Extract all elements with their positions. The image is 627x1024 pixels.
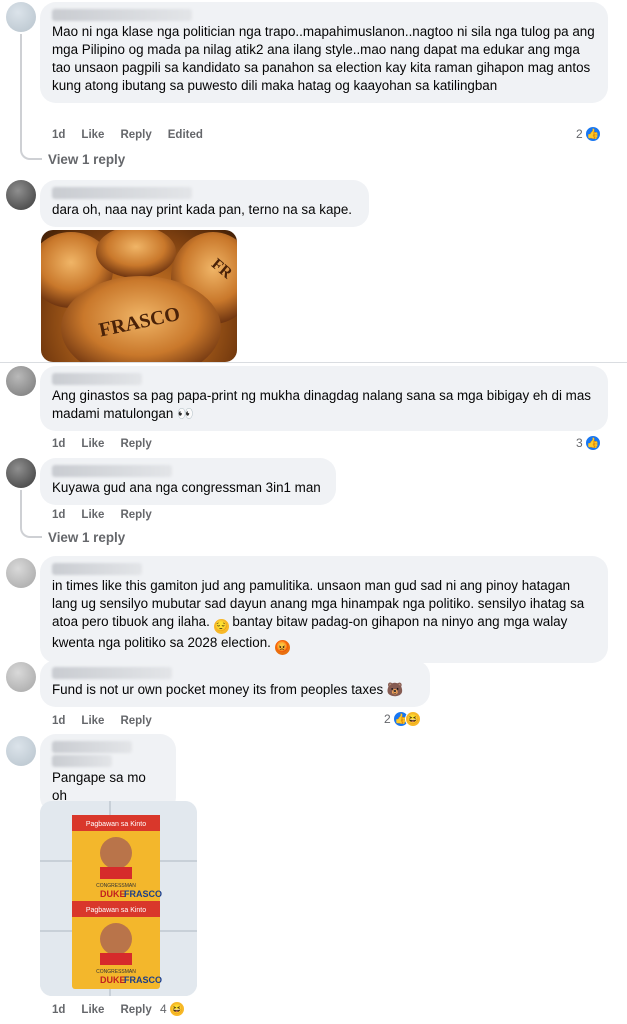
comment-bubble: dara oh, naa nay print kada pan, terno n…	[40, 180, 369, 227]
commenter-avatar[interactable]	[6, 736, 36, 766]
reaction-summary[interactable]: 3 👍	[576, 435, 601, 451]
comment-time[interactable]: 1d	[52, 129, 65, 141]
commenter-avatar[interactable]	[6, 662, 36, 692]
reply-button[interactable]: Reply	[120, 129, 151, 141]
view-replies-link[interactable]: View 1 reply	[48, 530, 125, 545]
reaction-count: 2	[384, 712, 391, 726]
like-icon: 👍	[584, 435, 601, 451]
reply-button[interactable]: Reply	[120, 438, 151, 450]
pensive-emoji-icon: 😔	[213, 619, 229, 634]
sachet-photo-graphic: Pagbawan sa Kinto CONGRESSMAN DUKE FRASC…	[40, 801, 197, 996]
comment-text: Mao ni nga klase nga politician nga trap…	[52, 24, 595, 93]
divider	[0, 362, 627, 363]
sachet-name-text: DUKE	[100, 975, 126, 985]
like-button[interactable]: Like	[81, 438, 104, 450]
comment-actions: 1d Like Reply	[52, 715, 152, 727]
attached-photo-bread[interactable]: FRASCO FR	[41, 230, 237, 362]
sachet-name-text-2: FRASCO	[124, 889, 162, 899]
author-name-blurred[interactable]	[52, 741, 132, 753]
reaction-count: 2	[576, 127, 583, 141]
thread-connector-curve	[20, 140, 42, 160]
reaction-summary[interactable]: 4 😆	[160, 1001, 185, 1017]
reaction-summary[interactable]: 2 👍 😆	[384, 711, 421, 727]
comment-text: Kuyawa gud ana nga congressman 3in1 man	[52, 480, 321, 495]
attached-photo-coffee-sachets[interactable]: Pagbawan sa Kinto CONGRESSMAN DUKE FRASC…	[40, 801, 197, 996]
comment-actions: 1d Like Reply	[52, 509, 152, 521]
like-icon: 👍	[584, 126, 601, 142]
comment-time[interactable]: 1d	[52, 509, 65, 521]
author-name-blurred[interactable]	[52, 667, 172, 679]
author-name-blurred-2[interactable]	[52, 755, 112, 767]
haha-icon: 😆	[404, 711, 421, 727]
reply-button[interactable]: Reply	[120, 1004, 151, 1016]
haha-icon: 😆	[168, 1001, 185, 1017]
like-button[interactable]: Like	[81, 509, 104, 521]
like-button[interactable]: Like	[81, 715, 104, 727]
sachet-name-text: DUKE	[100, 889, 126, 899]
sachet-name-text-2: FRASCO	[124, 975, 162, 985]
commenter-avatar[interactable]	[6, 458, 36, 488]
reaction-count: 3	[576, 436, 583, 450]
like-button[interactable]: Like	[81, 1004, 104, 1016]
edited-label: Edited	[167, 129, 203, 141]
commenter-avatar[interactable]	[6, 558, 36, 588]
thread-connector-curve	[20, 518, 42, 538]
author-name-blurred[interactable]	[52, 465, 172, 477]
comment-time[interactable]: 1d	[52, 1004, 65, 1016]
author-name-blurred[interactable]	[52, 187, 192, 199]
reply-button[interactable]: Reply	[120, 715, 151, 727]
commenter-avatar[interactable]	[6, 2, 36, 32]
reaction-count: 4	[160, 1002, 167, 1016]
comment-bubble: Mao ni nga klase nga politician nga trap…	[40, 2, 608, 103]
comment-text: in times like this gamiton jud ang pamul…	[52, 577, 596, 655]
sachet-title-text: Pagbawan sa Kinto	[86, 821, 146, 828]
reply-button[interactable]: Reply	[120, 509, 151, 521]
comment-actions: 1d Like Reply	[52, 438, 152, 450]
author-name-blurred[interactable]	[52, 373, 142, 385]
reaction-summary[interactable]: 2 👍	[576, 126, 601, 142]
comment-actions: 1d Like Reply	[52, 1004, 152, 1016]
sachet-title-text: Pagbawan sa Kinto	[86, 907, 146, 914]
commenter-avatar[interactable]	[6, 366, 36, 396]
comment-actions: 1d Like Reply Edited	[52, 129, 203, 141]
comment-bubble: Fund is not ur own pocket money its from…	[40, 660, 430, 707]
comment-bubble: Ang ginastos sa pag papa-print ng mukha …	[40, 366, 608, 431]
comment-bubble: Kuyawa gud ana nga congressman 3in1 man	[40, 458, 336, 505]
author-name-blurred[interactable]	[52, 9, 192, 21]
view-replies-link[interactable]: View 1 reply	[48, 152, 125, 167]
author-name-blurred[interactable]	[52, 563, 142, 575]
like-button[interactable]: Like	[81, 129, 104, 141]
comment-text: dara oh, naa nay print kada pan, terno n…	[52, 202, 353, 217]
comment-text: Fund is not ur own pocket money its from…	[52, 682, 404, 697]
angry-emoji-icon: 😡	[274, 640, 290, 655]
commenter-avatar[interactable]	[6, 180, 36, 210]
comment-text: Pangape sa mo oh	[52, 770, 146, 803]
comment-text: Ang ginastos sa pag papa-print ng mukha …	[52, 388, 591, 421]
comment-bubble: in times like this gamiton jud ang pamul…	[40, 556, 608, 663]
bread-photo-graphic: FRASCO FR	[41, 230, 237, 362]
comment-time[interactable]: 1d	[52, 715, 65, 727]
thread-connector	[20, 490, 22, 520]
comment-time[interactable]: 1d	[52, 438, 65, 450]
thread-connector	[20, 34, 22, 146]
